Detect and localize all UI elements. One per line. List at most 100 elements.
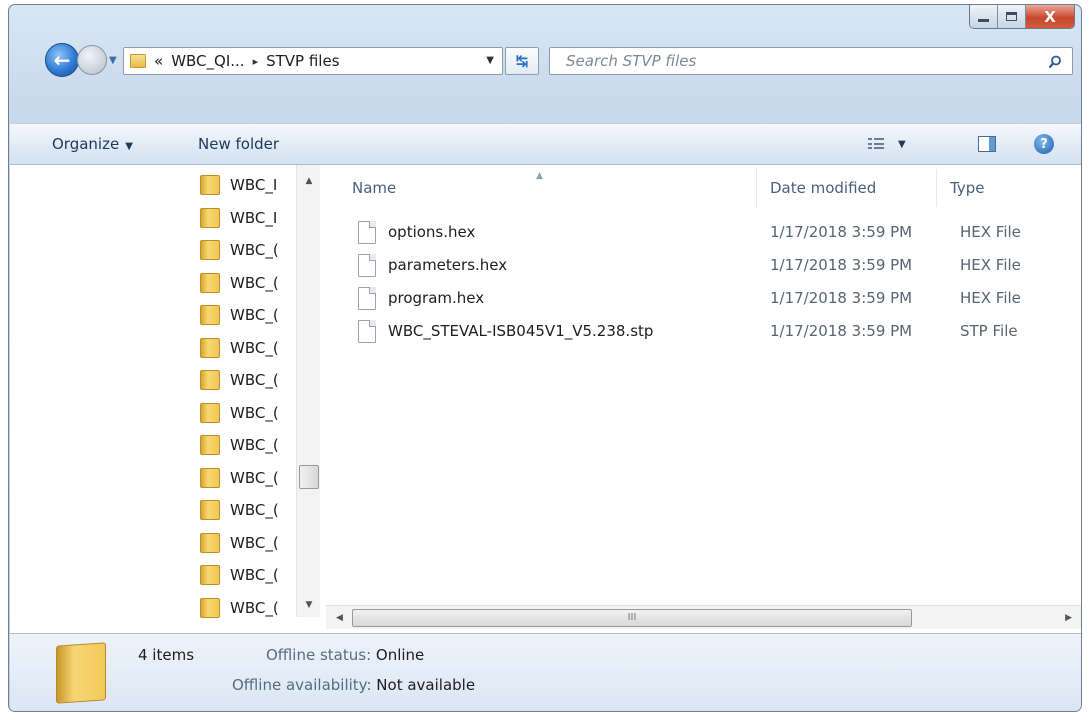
item-count: 4 items: [138, 646, 195, 664]
breadcrumb-current[interactable]: STVP files: [266, 52, 339, 70]
breadcrumb-separator[interactable]: ▸: [253, 55, 259, 68]
organize-label: Organize: [52, 135, 120, 153]
tree-item[interactable]: WBC_(: [200, 269, 282, 297]
folder-icon: [200, 532, 220, 553]
forward-button[interactable]: [77, 45, 107, 75]
file-row[interactable]: program.hex 1/17/2018 3:59 PM HEX File: [352, 283, 1081, 315]
search-input[interactable]: Search STVP files: [549, 47, 1073, 75]
column-divider[interactable]: [756, 169, 757, 207]
explorer-window: X ← ▼ « WBC_QI... ▸ STVP files ▼ ↹ Searc…: [8, 4, 1082, 712]
scroll-right-icon[interactable]: ▶: [1065, 606, 1072, 630]
arrow-left-icon: ←: [53, 48, 71, 72]
new-folder-button[interactable]: New folder: [198, 135, 279, 153]
offline-availability: Offline availability: Not available: [232, 676, 475, 694]
organize-button[interactable]: Organize ▼: [52, 135, 133, 153]
scroll-down-icon[interactable]: ▼: [297, 595, 321, 615]
file-date: 1/17/2018 3:59 PM: [770, 322, 913, 340]
tree-item[interactable]: WBC_(: [200, 496, 282, 524]
scroll-left-icon[interactable]: ◀: [336, 606, 343, 630]
tree-item[interactable]: WBC_(: [200, 464, 282, 492]
tree-item[interactable]: WBC_(: [200, 399, 282, 427]
tree-item-label: WBC_(: [230, 566, 279, 584]
close-button[interactable]: X: [1026, 5, 1074, 28]
command-bar: Organize ▼ New folder ▼ ?: [10, 123, 1081, 165]
minimize-icon: [978, 19, 989, 22]
tree-item[interactable]: WBC_(: [200, 301, 282, 329]
maximize-button[interactable]: [998, 5, 1026, 28]
file-icon: [358, 254, 376, 277]
scroll-up-icon[interactable]: ▲: [297, 171, 321, 191]
address-dropdown-icon[interactable]: ▼: [486, 55, 494, 66]
tree-item[interactable]: WBC_(: [200, 431, 282, 459]
nav-vertical-scrollbar[interactable]: ▲ ▼: [296, 165, 320, 617]
tree-item[interactable]: WBC_(: [200, 236, 282, 264]
file-name: program.hex: [388, 289, 485, 307]
file-row[interactable]: WBC_STEVAL-ISB045V1_V5.238.stp 1/17/2018 …: [352, 316, 1081, 348]
folder-icon: [200, 305, 220, 325]
folder-icon: [200, 435, 220, 455]
preview-pane-icon[interactable]: [978, 136, 996, 152]
tree-item[interactable]: WBC_(: [200, 366, 282, 394]
tree-item-label: WBC_(: [230, 371, 279, 389]
caption-buttons: X: [969, 5, 1075, 29]
sort-ascending-icon: ▲: [536, 171, 543, 181]
folder-icon: [200, 565, 220, 585]
tree-item-label: WBC_(: [230, 468, 279, 487]
column-header-name[interactable]: Name: [352, 165, 396, 209]
column-header-type[interactable]: Type: [950, 165, 984, 209]
offline-availability-value: Not available: [376, 676, 476, 694]
chevron-down-icon: ▼: [125, 141, 133, 152]
folder-icon: [130, 54, 146, 68]
address-row: ← ▼ « WBC_QI... ▸ STVP files ▼ ↹ Search …: [9, 41, 1081, 81]
tree-item-label: WBC_(: [230, 436, 279, 454]
help-icon[interactable]: ?: [1034, 134, 1054, 154]
file-date: 1/17/2018 3:59 PM: [770, 223, 913, 241]
scroll-thumb[interactable]: [299, 465, 319, 489]
close-icon: X: [1044, 7, 1056, 26]
breadcrumb-parent[interactable]: WBC_QI...: [171, 52, 244, 70]
tree-item-label: WBC_(: [230, 598, 279, 617]
tree-item[interactable]: WBC_I: [200, 171, 282, 199]
folder-icon: [200, 337, 220, 358]
refresh-button[interactable]: ↹: [505, 47, 539, 75]
recent-pages-dropdown[interactable]: ▼: [109, 55, 117, 66]
horizontal-scrollbar[interactable]: ◀ III ▶: [326, 605, 1081, 630]
tree-item[interactable]: WBC_(: [200, 334, 282, 362]
tree-item[interactable]: WBC_(: [200, 529, 282, 557]
tree-item-label: WBC_(: [230, 403, 279, 422]
tree-item-label: WBC_(: [230, 501, 279, 519]
offline-status-value: Online: [375, 646, 425, 664]
minimize-button[interactable]: [970, 5, 998, 28]
views-icon: [868, 138, 884, 150]
folder-icon: [200, 175, 220, 195]
back-button[interactable]: ←: [45, 43, 79, 77]
folder-icon: [200, 240, 220, 260]
file-type: HEX File: [960, 223, 1021, 241]
address-overflow[interactable]: «: [154, 52, 163, 70]
tree-item[interactable]: WBC_(: [200, 594, 282, 622]
address-bar[interactable]: « WBC_QI... ▸ STVP files ▼: [123, 47, 503, 75]
tree-item-label: WBC_(: [230, 338, 279, 357]
folder-icon: [200, 370, 220, 390]
tree-item[interactable]: WBC_I: [200, 204, 282, 232]
content-area: WBC_( WBC_( WBC_( WBC_( WBC_( WBC_( WBC_( WBC_(…: [10, 165, 1081, 633]
file-name: options.hex: [388, 223, 476, 241]
folder-icon: [200, 597, 220, 618]
tree-item-label: WBC_I: [230, 208, 278, 227]
file-list: ▲ Name Date modified Type ◀ III ▶ option…: [326, 165, 1081, 633]
tree-item[interactable]: WBC_(: [200, 561, 282, 589]
file-row[interactable]: parameters.hex 1/17/2018 3:59 PM HEX File: [352, 250, 1081, 282]
column-divider[interactable]: [936, 169, 937, 207]
tree-item-label: WBC_(: [230, 241, 279, 259]
column-header-date[interactable]: Date modified: [770, 165, 876, 209]
search-icon[interactable]: [1048, 55, 1062, 69]
file-icon: [358, 287, 376, 310]
change-view-button[interactable]: ▼: [868, 138, 906, 150]
file-name: WBC_STEVAL-ISB045V1_V5.238.stp: [388, 322, 654, 340]
hscroll-thumb[interactable]: III: [352, 609, 912, 627]
file-row[interactable]: options.hex 1/17/2018 3:59 PM HEX File: [352, 217, 1081, 249]
maximize-icon: [1006, 12, 1017, 21]
folder-icon: [200, 207, 220, 228]
offline-status-label: Offline status:: [266, 646, 372, 664]
folder-icon: [200, 467, 220, 488]
